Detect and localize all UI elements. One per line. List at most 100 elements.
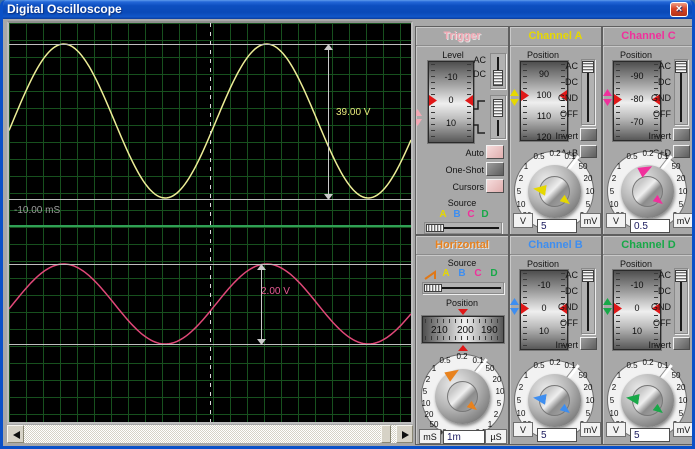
channel-b-gain-value[interactable] bbox=[537, 428, 577, 442]
channel-a-dc-label: DC bbox=[565, 77, 578, 87]
title-bar: Digital Oscilloscope × bbox=[3, 0, 692, 19]
channel-b-ac-label: AC bbox=[565, 270, 578, 280]
trigger-edge-thumb[interactable] bbox=[493, 99, 503, 117]
channel-c-dc-label: DC bbox=[658, 77, 671, 87]
channel-c-invert-button[interactable] bbox=[673, 128, 690, 141]
trigger-title: Trigger bbox=[416, 27, 508, 46]
measurement-a-label: 39.00 V bbox=[336, 107, 371, 118]
channel-b-invert-button[interactable] bbox=[580, 337, 597, 350]
channel-b-position-nudge[interactable] bbox=[510, 298, 519, 315]
invert-label: Invert bbox=[648, 131, 671, 141]
channel-c-coupling-switch[interactable] bbox=[674, 59, 688, 125]
scrollbar-thumb[interactable] bbox=[381, 425, 391, 443]
channel-a-gain-value[interactable] bbox=[537, 219, 577, 233]
scroll-right-button[interactable] bbox=[396, 425, 413, 443]
scroll-right-icon bbox=[402, 431, 409, 439]
channel-c-ac-label: AC bbox=[658, 61, 671, 71]
time-cursor-label: -10.00 mS bbox=[14, 205, 61, 216]
channel-a-ac-label: AC bbox=[565, 61, 578, 71]
millivolts-unit-label: mV bbox=[580, 422, 601, 437]
window-title: Digital Oscilloscope bbox=[7, 2, 122, 16]
measure-arrow-a bbox=[323, 44, 334, 200]
measure-arrow-c bbox=[256, 264, 267, 345]
trigger-level-nudge[interactable] bbox=[416, 109, 422, 126]
channel-d-panel: Channel D Position -10 0 10 AC DC GND OF… bbox=[602, 235, 692, 445]
falling-edge-icon bbox=[473, 124, 485, 134]
horizontal-panel: Horizontal Source A B C D Position 210 2… bbox=[415, 235, 509, 445]
channel-c-position-nudge[interactable] bbox=[603, 89, 612, 106]
horizontal-position-display[interactable]: 210 200 190 bbox=[421, 315, 505, 344]
invert-label: Invert bbox=[555, 131, 578, 141]
volts-unit-label: V bbox=[606, 213, 626, 228]
channel-a-off-label: OFF bbox=[560, 109, 578, 119]
position-marker-top bbox=[458, 309, 468, 315]
close-button[interactable]: × bbox=[670, 2, 688, 17]
source-d-label: D bbox=[490, 268, 498, 279]
trigger-source-icon bbox=[424, 270, 436, 280]
time-cursor-line[interactable] bbox=[210, 23, 211, 422]
channel-a-invert-button[interactable] bbox=[580, 128, 597, 141]
channel-b-gnd-label: GND bbox=[558, 302, 578, 312]
source-c-label: C bbox=[474, 268, 482, 279]
source-a-label: A bbox=[442, 268, 450, 279]
position-label: Position bbox=[526, 50, 560, 60]
trigger-source-label: Source bbox=[447, 198, 477, 208]
auto-label: Auto bbox=[465, 148, 484, 158]
channel-d-gain-value[interactable] bbox=[630, 428, 670, 442]
channel-d-coupling-thumb[interactable] bbox=[675, 270, 687, 282]
scope-display: 39.00 V 2.00 V -10.00 mS bbox=[7, 21, 413, 424]
one-shot-label: One-Shot bbox=[445, 165, 484, 175]
channel-a-title: Channel A bbox=[510, 27, 601, 46]
channel-b-title: Channel B bbox=[510, 236, 601, 255]
trigger-coupling-thumb[interactable] bbox=[493, 70, 503, 86]
horizontal-source-slider[interactable] bbox=[422, 282, 504, 294]
channel-d-title: Channel D bbox=[603, 236, 692, 255]
timebase-value[interactable] bbox=[443, 430, 485, 444]
channel-d-ac-label: AC bbox=[658, 270, 671, 280]
channel-d-invert-button[interactable] bbox=[673, 337, 690, 350]
close-icon: × bbox=[675, 3, 683, 15]
channel-c-coupling-thumb[interactable] bbox=[675, 61, 687, 73]
source-c-label: C bbox=[467, 209, 475, 220]
invert-label: Invert bbox=[648, 340, 671, 350]
channel-b-coupling-thumb[interactable] bbox=[582, 270, 594, 282]
horizontal-source-thumb[interactable] bbox=[424, 284, 442, 292]
channel-c-gain-value[interactable] bbox=[630, 219, 670, 233]
horizontal-scrollbar[interactable] bbox=[7, 425, 413, 443]
channel-c-panel: Channel C Position -90 -80 -70 AC DC GND… bbox=[602, 26, 692, 235]
invert-label: Invert bbox=[555, 340, 578, 350]
trigger-coupling-switch[interactable] bbox=[490, 53, 506, 89]
scroll-left-button[interactable] bbox=[7, 425, 24, 443]
scroll-left-icon bbox=[13, 431, 20, 439]
source-b-label: B bbox=[458, 268, 466, 279]
rising-edge-icon bbox=[473, 100, 485, 110]
microseconds-unit-label: µS bbox=[485, 429, 507, 444]
app-window: Digital Oscilloscope × 39.00 V 2.00 V -1… bbox=[0, 0, 695, 449]
one-shot-button[interactable] bbox=[486, 162, 504, 176]
channel-d-gnd-label: GND bbox=[651, 302, 671, 312]
channel-b-dc-label: DC bbox=[565, 286, 578, 296]
volts-unit-label: V bbox=[606, 422, 626, 437]
channel-d-coupling-switch[interactable] bbox=[674, 268, 688, 334]
trigger-source-thumb[interactable] bbox=[426, 224, 444, 232]
channel-b-coupling-switch[interactable] bbox=[581, 268, 595, 334]
milliseconds-unit-label: mS bbox=[419, 429, 441, 444]
channel-a-coupling-thumb[interactable] bbox=[582, 61, 594, 73]
source-a-label: A bbox=[439, 209, 447, 220]
cursors-label: Cursors bbox=[452, 182, 484, 192]
auto-button[interactable] bbox=[486, 145, 504, 159]
cursors-button[interactable] bbox=[486, 179, 504, 193]
channel-d-position-nudge[interactable] bbox=[603, 298, 612, 315]
volts-unit-label: V bbox=[513, 213, 533, 228]
horizontal-source-label: Source bbox=[447, 258, 477, 268]
position-label: Position bbox=[619, 50, 653, 60]
trigger-ac-label: AC bbox=[473, 55, 486, 65]
channel-a-coupling-switch[interactable] bbox=[581, 59, 595, 125]
channel-c-off-label: OFF bbox=[653, 109, 671, 119]
channel-b-off-label: OFF bbox=[560, 318, 578, 328]
trigger-edge-switch[interactable] bbox=[490, 95, 506, 139]
channel-a-position-nudge[interactable] bbox=[510, 89, 519, 106]
channel-d-off-label: OFF bbox=[653, 318, 671, 328]
trigger-source-slider[interactable] bbox=[424, 222, 502, 234]
channel-a-gnd-label: GND bbox=[558, 93, 578, 103]
